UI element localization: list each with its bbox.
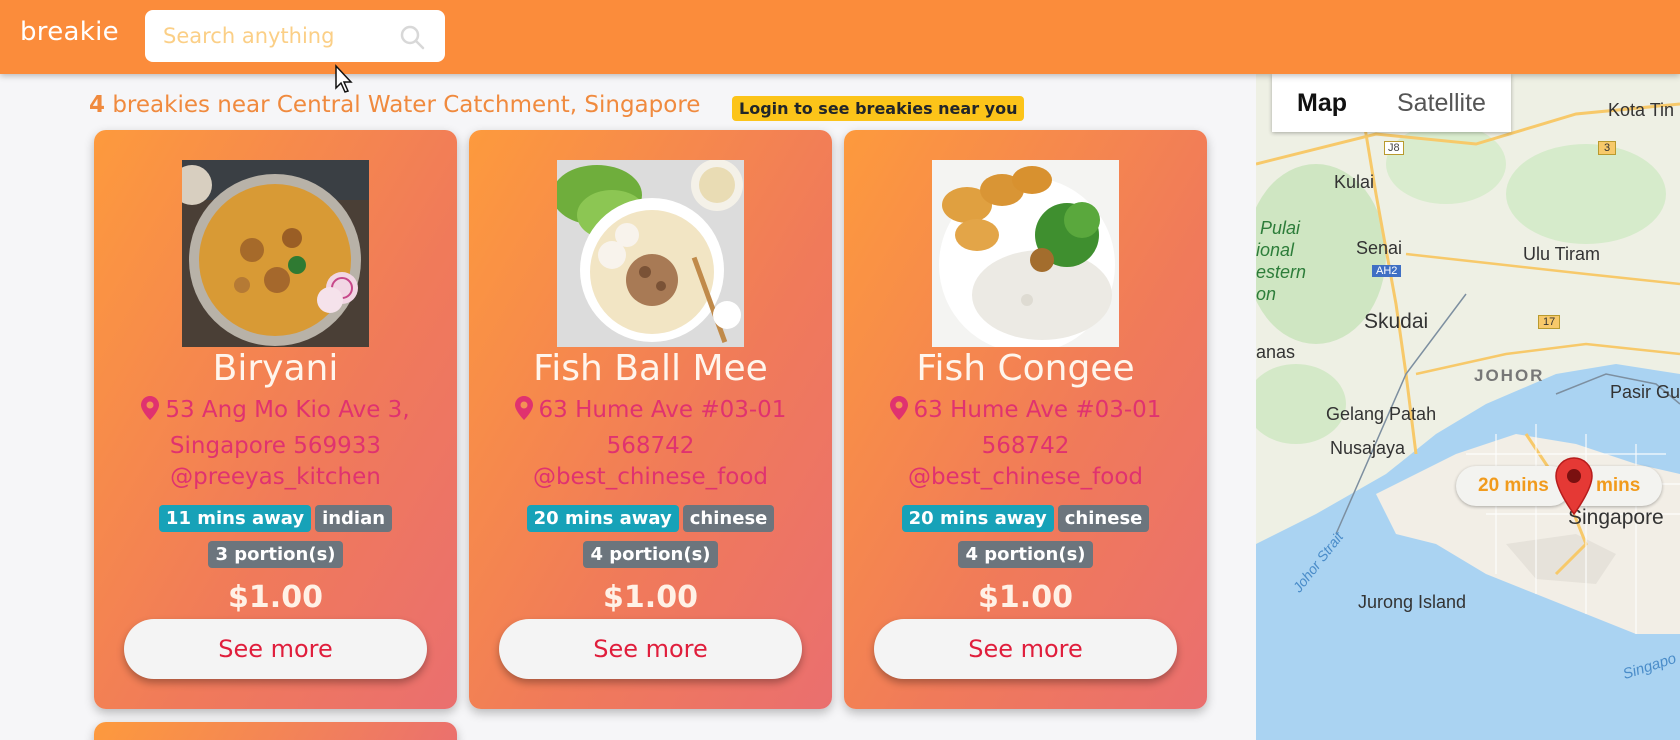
card-address: 63 Hume Ave #03-01 568742 — [874, 392, 1177, 464]
card-portions-row: 3 portion(s) — [94, 541, 457, 568]
map-label: estern — [1256, 262, 1307, 282]
mouse-cursor-icon — [335, 64, 353, 93]
distance-badge: 20 mins away — [526, 505, 679, 532]
map-label: Pasir Gu — [1610, 382, 1680, 402]
map-label: ional — [1256, 240, 1295, 260]
map-type-satellite-button[interactable]: Satellite — [1372, 74, 1511, 132]
map-label: on — [1256, 284, 1277, 304]
map-type-toggle: Map Satellite — [1272, 74, 1511, 132]
map-label: Senai — [1356, 238, 1403, 258]
login-badge[interactable]: Login to see breakies near you — [732, 96, 1025, 121]
results-heading: 4 breakies near Central Water Catchment,… — [89, 92, 700, 118]
card-address-text: 63 Hume Ave #03-01 568742 — [913, 397, 1162, 459]
road-marker: 17 — [1538, 315, 1561, 329]
map-label: Skudai — [1364, 310, 1429, 333]
cuisine-badge: indian — [315, 505, 393, 532]
card-portions-row: 4 portion(s) — [844, 541, 1207, 568]
portions-badge: 4 portion(s) — [958, 541, 1093, 568]
card-address-text: 53 Ang Mo Kio Ave 3, Singapore 569933 — [165, 397, 410, 459]
road-marker: 3 — [1598, 141, 1617, 155]
breakie-card: Fish Ball Mee 63 Hume Ave #03-01 568742 … — [469, 130, 832, 709]
card-title: Fish Congee — [916, 348, 1135, 389]
map-tiles — [1256, 74, 1680, 740]
card-price: $1.00 — [603, 580, 698, 615]
see-more-button[interactable]: See more — [124, 619, 427, 679]
card-title: Fish Ball Mee — [533, 348, 768, 389]
map-label: Pulai — [1260, 218, 1301, 238]
map-pin-icon — [514, 396, 533, 420]
cuisine-badge: chinese — [1057, 505, 1150, 532]
map-label: Gelang Patah — [1326, 404, 1437, 424]
card-price: $1.00 — [228, 580, 323, 615]
search-icon[interactable] — [399, 24, 425, 50]
map-type-map-button[interactable]: Map — [1272, 74, 1372, 132]
distance-badge: 20 mins away — [901, 505, 1054, 532]
cuisine-badge: chinese — [682, 505, 775, 532]
navbar: breakie — [0, 0, 1680, 74]
map-label: Kulai — [1334, 172, 1375, 192]
card-seller-handle[interactable]: @preeyas_kitchen — [94, 464, 457, 490]
map-label: JOHOR — [1474, 366, 1545, 385]
food-photo — [557, 160, 744, 347]
map-view[interactable]: Map Satellite Kota Tin Kulai Senai Ulu T… — [1256, 74, 1680, 740]
search-bar[interactable] — [145, 10, 445, 62]
breakie-card: Biryani 53 Ang Mo Kio Ave 3, Singapore 5… — [94, 130, 457, 709]
map-label: anas — [1256, 342, 1296, 362]
food-photo — [182, 160, 369, 347]
results-count: 4 — [89, 92, 106, 118]
road-marker: J8 — [1384, 141, 1404, 155]
card-address: 63 Hume Ave #03-01 568742 — [499, 392, 802, 464]
search-input[interactable] — [163, 20, 393, 52]
portions-badge: 3 portion(s) — [208, 541, 343, 568]
see-more-button[interactable]: See more — [499, 619, 802, 679]
portions-badge: 4 portion(s) — [583, 541, 718, 568]
brand-logo[interactable]: breakie — [20, 17, 119, 47]
card-title: Biryani — [212, 348, 339, 389]
card-tags: 20 mins away chinese — [844, 505, 1207, 532]
card-address: 53 Ang Mo Kio Ave 3, Singapore 569933 — [124, 392, 427, 464]
card-portions-row: 4 portion(s) — [469, 541, 832, 568]
card-seller-handle[interactable]: @best_chinese_food — [469, 464, 832, 490]
map-label: Kota Tin — [1608, 100, 1675, 120]
map-label: Jurong Island — [1358, 592, 1467, 612]
card-price: $1.00 — [978, 580, 1073, 615]
map-pin-icon — [141, 396, 160, 420]
see-more-button[interactable]: See more — [874, 619, 1177, 679]
breakie-card: Fish Congee 63 Hume Ave #03-01 568742 @b… — [844, 130, 1207, 709]
map-pin-icon — [889, 396, 908, 420]
card-seller-handle[interactable]: @best_chinese_food — [844, 464, 1207, 490]
map-label: Nusajaya — [1330, 438, 1406, 458]
card-address-text: 63 Hume Ave #03-01 568742 — [538, 397, 787, 459]
map-marker-icon[interactable] — [1554, 456, 1594, 516]
card-tags: 20 mins away chinese — [469, 505, 832, 532]
results-location-text: breakies near Central Water Catchment, S… — [105, 92, 701, 118]
map-label: Ulu Tiram — [1523, 244, 1601, 264]
food-photo — [932, 160, 1119, 347]
breakie-card-partial[interactable] — [94, 722, 457, 740]
road-marker: AH2 — [1372, 265, 1402, 277]
card-tags: 11 mins away indian — [94, 505, 457, 532]
distance-badge: 11 mins away — [158, 505, 312, 532]
